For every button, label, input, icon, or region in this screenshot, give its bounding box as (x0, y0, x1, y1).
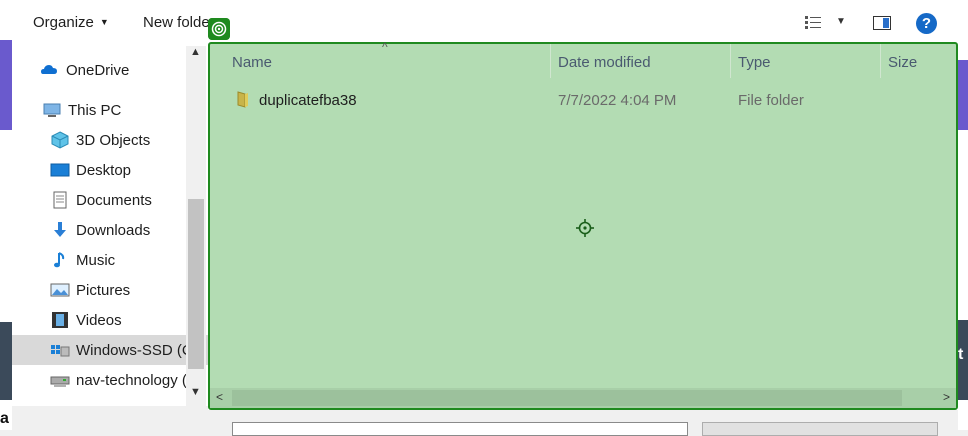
scrollbar-thumb[interactable] (232, 390, 902, 406)
pictures-icon (50, 283, 70, 297)
background-right-char: t (958, 346, 964, 363)
target-badge-icon (208, 18, 230, 40)
sidebar-item-label: Documents (76, 191, 152, 209)
sidebar-item-label: Windows-SSD (C (76, 341, 193, 359)
sidebar-item-label: Pictures (76, 281, 131, 299)
column-header-size[interactable]: Size (888, 54, 917, 71)
background-right-strip: t (958, 0, 968, 430)
scroll-up-icon[interactable]: ▲ (190, 46, 201, 58)
sidebar-item-label: Music (76, 251, 116, 269)
column-divider[interactable] (880, 44, 881, 78)
onedrive-icon (41, 65, 57, 74)
column-divider[interactable] (730, 44, 731, 78)
file-name-input[interactable] (232, 422, 688, 436)
sort-ascending-icon: ^ (382, 40, 388, 54)
videos-icon (52, 312, 68, 328)
sidebar-item-label: 3D Objects (76, 131, 151, 149)
background-left-char: a (0, 410, 9, 427)
file-type: File folder (738, 92, 804, 109)
highlight-overlay: ^ Name Date modified Type Size duplicate… (208, 40, 958, 410)
file-list-pane[interactable]: ^ Name Date modified Type Size duplicate… (208, 40, 958, 410)
music-icon (54, 252, 65, 268)
scroll-down-icon[interactable]: ▼ (190, 386, 201, 398)
navigation-scrollbar[interactable]: ▲ ▼ (186, 46, 206, 406)
file-date-modified: 7/7/2022 4:04 PM (558, 92, 677, 109)
organize-button[interactable]: Organize ▼ (33, 14, 109, 31)
background-purple-band (958, 60, 968, 130)
organize-label: Organize (33, 14, 94, 31)
column-header-name[interactable]: Name (232, 54, 272, 71)
sidebar-item-label: This PC (68, 101, 122, 119)
file-type-dropdown[interactable] (702, 422, 938, 436)
scroll-left-icon[interactable]: < (216, 390, 223, 404)
this-pc-icon (43, 103, 61, 117)
scroll-right-icon[interactable]: > (943, 390, 950, 404)
column-divider[interactable] (550, 44, 551, 78)
sidebar-item-onedrive[interactable]: OneDrive (12, 55, 214, 85)
3d-objects-icon (51, 131, 69, 149)
chevron-down-icon: ▼ (99, 17, 109, 27)
background-purple-band (0, 40, 12, 130)
sidebar-item-label: OneDrive (66, 61, 130, 79)
scrollbar-thumb[interactable] (188, 199, 204, 369)
desktop-icon (50, 163, 70, 177)
view-options-chevron-icon[interactable]: ▼ (836, 16, 846, 27)
file-dialog: Organize ▼ New folder ▼ ? OneDrive This P… (12, 0, 958, 436)
details-view-icon[interactable] (805, 16, 821, 30)
sidebar-item-label: Downloads (76, 221, 151, 239)
help-icon[interactable]: ? (916, 13, 937, 34)
navigation-pane: OneDrive This PC 3D Objects Desktop Docu… (12, 46, 224, 406)
background-left-strip: a (0, 0, 12, 430)
column-header-date-modified[interactable]: Date modified (558, 54, 651, 71)
crosshair-target-icon (576, 219, 594, 237)
downloads-icon (54, 222, 66, 237)
toolbar: Organize ▼ New folder ▼ ? (12, 0, 958, 46)
preview-pane-icon[interactable] (873, 16, 891, 30)
folder-icon (237, 91, 248, 108)
sidebar-item-label: Videos (76, 311, 122, 329)
network-drive-icon (50, 376, 70, 387)
documents-icon (53, 191, 67, 209)
file-name[interactable]: duplicatefba38 (259, 92, 357, 109)
horizontal-scrollbar[interactable]: < > (210, 388, 956, 408)
column-header-type[interactable]: Type (738, 54, 771, 71)
sidebar-item-label: Desktop (76, 161, 132, 179)
drive-icon (51, 345, 70, 357)
background-dark-band (0, 322, 12, 400)
sidebar-item-label: nav-technology ( (76, 371, 187, 389)
